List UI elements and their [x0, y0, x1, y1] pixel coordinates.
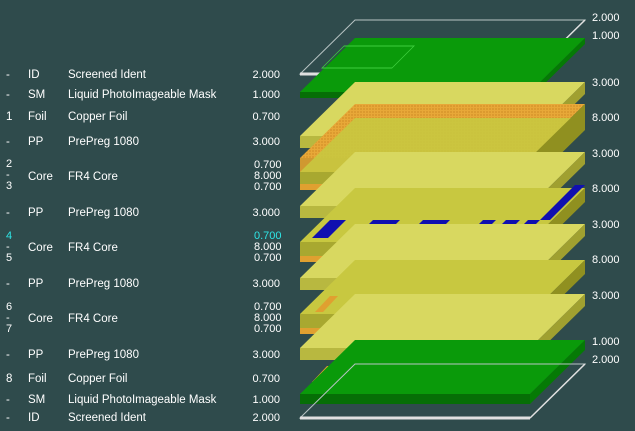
right-label-mask-bottom: 1.000	[592, 336, 620, 348]
layer-stack-3d-view	[298, 19, 587, 420]
right-label-core-3: 8.000	[592, 254, 620, 266]
right-label-silk-top: 2.000	[592, 12, 620, 24]
right-label-silk-bottom: 2.000	[592, 354, 620, 366]
right-label-pp-2: 3.000	[592, 148, 620, 160]
right-label-pp-1: 3.000	[592, 77, 620, 89]
right-label-core-2: 8.000	[592, 183, 620, 195]
right-label-pp-3: 3.000	[592, 219, 620, 231]
right-label-pp-4: 3.000	[592, 290, 620, 302]
right-label-core-1: 8.000	[592, 112, 620, 124]
right-label-mask-top: 1.000	[592, 30, 620, 42]
